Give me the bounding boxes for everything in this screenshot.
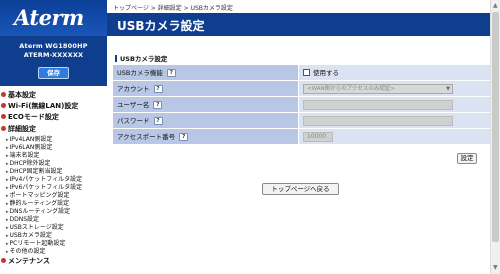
device-id: ATERM-XXXXXX (23, 51, 84, 59)
row-usb-camera-function: USBカメラ機能? 使用する (113, 65, 494, 81)
help-icon[interactable]: ? (153, 117, 163, 125)
logo-band: Aterm (0, 0, 107, 36)
section-label-text: USBカメラ設定 (120, 55, 168, 63)
password-input[interactable] (303, 116, 453, 126)
bullet-icon (1, 92, 6, 97)
usb-camera-section: USBカメラ設定 USBカメラ機能? 使用する アカウント? <WAN側からのア… (113, 53, 494, 165)
nav-item-basic[interactable]: 基本設定 (0, 90, 36, 100)
label-text: アクセスポート番号 (117, 133, 176, 141)
nav-item-advanced[interactable]: 詳細設定 (0, 124, 36, 134)
nav-label: 基本設定 (8, 91, 36, 99)
model-name: Aterm WG1800HP (19, 42, 88, 50)
nav-label: ECOモード設定 (8, 113, 59, 121)
nav-sub-label: その他の設定 (9, 248, 46, 255)
breadcrumb[interactable]: トップページ > 詳細設定 > USBカメラ設定 (113, 3, 233, 12)
set-button[interactable]: 設定 (457, 153, 477, 164)
back-to-top-button[interactable]: トップページへ戻る (262, 183, 339, 195)
label-text: アカウント (117, 85, 150, 93)
sidebar: Aterm Aterm WG1800HP ATERM-XXXXXX 保存 基本設… (0, 0, 107, 274)
scrollbar[interactable]: ▲ ▼ (490, 0, 500, 274)
arrow-icon: ▸ (6, 249, 9, 255)
help-icon[interactable]: ? (153, 101, 163, 109)
label-account: アカウント? (113, 81, 298, 97)
value-account: <WAN側からのアクセスのみ認証> ▼ (299, 81, 494, 97)
section-label: USBカメラ設定 (115, 53, 167, 63)
nav-item-eco[interactable]: ECOモード設定 (0, 112, 59, 122)
scroll-down-icon[interactable]: ▼ (493, 264, 498, 271)
value-access-port: 10000 (299, 129, 494, 145)
label-text: パスワード (117, 117, 150, 125)
account-select[interactable]: <WAN側からのアクセスのみ認証> ▼ (303, 84, 453, 94)
nav-sub-other[interactable]: ▸その他の設定 (6, 246, 46, 255)
save-button[interactable]: 保存 (38, 67, 69, 79)
use-checkbox-label: 使用する (313, 69, 339, 77)
help-icon[interactable]: ? (166, 69, 176, 77)
bullet-icon (1, 103, 6, 108)
use-checkbox[interactable] (303, 69, 310, 76)
label-access-port: アクセスポート番号? (113, 129, 298, 145)
aterm-logo: Aterm (14, 5, 84, 30)
row-access-port: アクセスポート番号? 10000 (113, 129, 494, 145)
label-text: USBカメラ機能 (117, 69, 163, 77)
value-username (299, 97, 494, 113)
value-password (299, 113, 494, 129)
help-icon[interactable]: ? (179, 133, 189, 141)
nav-label: 詳細設定 (8, 125, 36, 133)
device-info-panel: Aterm WG1800HP ATERM-XXXXXX 保存 (0, 36, 107, 86)
value-usb-camera-function: 使用する (299, 65, 494, 81)
page-title: USBカメラ設定 (117, 19, 205, 33)
row-account: アカウント? <WAN側からのアクセスのみ認証> ▼ (113, 81, 494, 97)
bullet-icon (1, 114, 6, 119)
username-input[interactable] (303, 100, 453, 110)
nav-label: メンテナンス (8, 257, 50, 265)
help-icon[interactable]: ? (153, 85, 163, 93)
nav-item-maintenance[interactable]: メンテナンス (0, 256, 50, 266)
label-text: ユーザー名 (117, 101, 150, 109)
chevron-down-icon: ▼ (446, 86, 450, 92)
scroll-thumb[interactable] (492, 12, 499, 242)
page-title-bar: USBカメラ設定 (107, 13, 500, 36)
label-usb-camera-function: USBカメラ機能? (113, 65, 298, 81)
bullet-icon (1, 126, 6, 131)
label-password: パスワード? (113, 113, 298, 129)
nav-item-wifi[interactable]: Wi-Fi(無線LAN)設定 (0, 101, 78, 111)
scroll-up-icon[interactable]: ▲ (493, 2, 498, 9)
nav-label: Wi-Fi(無線LAN)設定 (8, 102, 79, 110)
label-username: ユーザー名? (113, 97, 298, 113)
main-content: トップページ > 詳細設定 > USBカメラ設定 USBカメラ設定 USBカメラ… (107, 0, 500, 274)
row-username: ユーザー名? (113, 97, 494, 113)
row-password: パスワード? (113, 113, 494, 129)
access-port-input[interactable]: 10000 (303, 132, 333, 142)
bullet-icon (1, 258, 6, 263)
section-marker (115, 55, 117, 62)
account-select-value: <WAN側からのアクセスのみ認証> (307, 86, 395, 92)
